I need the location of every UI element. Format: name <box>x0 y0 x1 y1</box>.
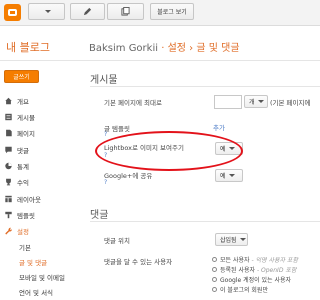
comments-section-heading: 댓글 <box>90 210 109 221</box>
page-title[interactable]: 내 블로그 <box>6 39 50 55</box>
pencil-icon <box>83 7 92 16</box>
lightbox-select[interactable]: 예 <box>215 142 243 155</box>
sidebar-item-label: 설정 <box>17 228 29 236</box>
sidebar-item-pages[interactable]: 페이지 <box>4 128 35 138</box>
radio-label: Google 계정이 있는 사용자 <box>220 277 292 284</box>
post-template-label: 글 템플릿 <box>104 125 130 133</box>
section-divider <box>90 221 320 222</box>
breadcrumb-blog-name[interactable]: Baksim Gorkii <box>89 43 158 54</box>
copy-icon <box>121 7 130 16</box>
chevron-down-icon <box>239 238 246 241</box>
breadcrumb-settings[interactable]: 설정 <box>168 43 186 54</box>
lightbox-label: Lightbox로 이미지 보여주기 <box>104 144 184 152</box>
sidebar-item-layout[interactable]: 레이아웃 <box>4 194 41 204</box>
max-posts-label: 기본 페이지에 최대로 <box>104 99 162 107</box>
post-template-help-icon[interactable]: ? <box>104 131 107 138</box>
sidebar-item-overview[interactable]: 개요 <box>4 96 29 106</box>
lightbox-value: 예 <box>220 146 226 153</box>
sidebar-item-settings[interactable]: 설정 <box>4 226 29 236</box>
radio-label: 이 블로그의 회원만 <box>220 287 268 294</box>
breadcrumb-separator: · <box>161 43 165 54</box>
blogger-menu-button[interactable] <box>28 3 65 20</box>
sidebar-item-label: 개요 <box>17 98 29 106</box>
sidebar-subitem-language-format[interactable]: 언어 및 서식 <box>19 287 53 297</box>
home-icon <box>5 97 12 105</box>
page-icon <box>6 129 12 137</box>
who-can-comment-label: 댓글을 달 수 있는 사용자 <box>104 258 173 266</box>
radio-button[interactable] <box>212 257 217 262</box>
max-posts-unit-value: 개 <box>249 99 255 106</box>
radio-note: - 익명 사용자 포함 <box>251 257 298 264</box>
sidebar-subitem-mobile-email[interactable]: 모바일 및 이메일 <box>19 272 65 282</box>
sidebar-item-comments[interactable]: 댓글 <box>4 145 29 155</box>
sidebar-item-label: 통계 <box>17 163 29 171</box>
breadcrumb-current: 글 및 댓글 <box>196 43 240 54</box>
trophy-icon <box>6 178 11 186</box>
max-posts-suffix: (기본 페이지에 <box>270 99 311 107</box>
comment-option-google-account[interactable]: Google 계정이 있는 사용자 <box>212 275 291 284</box>
sidebar-item-posts[interactable]: 게시물 <box>4 112 35 122</box>
sidebar-item-label: 댓글 <box>17 147 29 155</box>
sidebar-item-template[interactable]: 템플릿 <box>4 210 35 220</box>
google-plus-share-value: 예 <box>220 173 226 180</box>
max-posts-unit-select[interactable]: 개 <box>244 95 268 108</box>
list-icon <box>5 113 12 121</box>
layout-icon <box>5 195 12 203</box>
sidebar-item-label: 템플릿 <box>17 212 35 220</box>
pie-chart-icon <box>5 162 12 170</box>
radio-button[interactable] <box>212 277 217 282</box>
lightbox-help-icon[interactable]: ? <box>104 152 107 159</box>
sidebar-item-label: 게시물 <box>17 114 35 122</box>
chevron-down-icon <box>228 147 235 150</box>
radio-note: - OpenID 포함 <box>256 267 297 274</box>
template-icon <box>5 211 12 219</box>
top-toolbar: 블로그 보기 <box>0 0 320 26</box>
new-post-toolbar-button[interactable] <box>70 3 105 20</box>
sidebar-item-earnings[interactable]: 수익 <box>4 177 29 187</box>
comment-option-registered[interactable]: 등록된 사용자 - OpenID 포함 <box>212 265 296 274</box>
breadcrumb: Baksim Gorkii · 설정 › 글 및 댓글 <box>89 39 240 54</box>
breadcrumb-arrow: › <box>189 43 194 54</box>
sidebar-item-label: 레이아웃 <box>17 196 41 204</box>
max-posts-input[interactable] <box>214 95 242 109</box>
comment-icon <box>5 146 12 154</box>
posts-section-heading: 게시물 <box>90 75 118 86</box>
sidebar-item-label: 페이지 <box>17 130 35 138</box>
comment-option-anyone[interactable]: 모든 사용자 - 익명 사용자 포함 <box>212 255 298 264</box>
radio-button[interactable] <box>212 267 217 272</box>
google-plus-share-select[interactable]: 예 <box>215 169 243 182</box>
view-blog-button[interactable]: 블로그 보기 <box>150 3 194 20</box>
comment-position-value: 삽입됨 <box>220 237 237 244</box>
comment-position-label: 댓글 위치 <box>104 237 130 245</box>
new-post-button[interactable]: 글쓰기 <box>4 70 39 83</box>
blogger-logo-icon[interactable] <box>4 4 21 21</box>
comment-option-members-only[interactable]: 이 블로그의 회원만 <box>212 285 268 294</box>
comment-position-select[interactable]: 삽입됨 <box>215 233 248 246</box>
sidebar-item-label: 수익 <box>17 179 29 187</box>
sidebar-subitem-posts-comments[interactable]: 글 및 댓글 <box>19 257 47 267</box>
blogger-menu-chevron-down-icon <box>45 10 51 13</box>
sidebar-item-stats[interactable]: 통계 <box>4 161 29 171</box>
radio-button[interactable] <box>212 287 217 292</box>
sidebar-subitem-basic[interactable]: 기본 <box>19 242 31 252</box>
radio-label: 모든 사용자 <box>220 257 250 264</box>
section-divider <box>90 86 320 87</box>
chevron-down-icon <box>228 174 235 177</box>
google-plus-help-icon[interactable]: ? <box>104 179 107 186</box>
post-template-add-link[interactable]: 추가 <box>213 122 225 132</box>
chevron-down-icon <box>257 100 264 103</box>
posts-list-toolbar-button[interactable] <box>107 3 144 20</box>
radio-label: 등록된 사용자 <box>220 267 256 274</box>
wrench-icon <box>5 227 12 235</box>
google-plus-share-label: Google+에 공유 <box>104 172 153 180</box>
